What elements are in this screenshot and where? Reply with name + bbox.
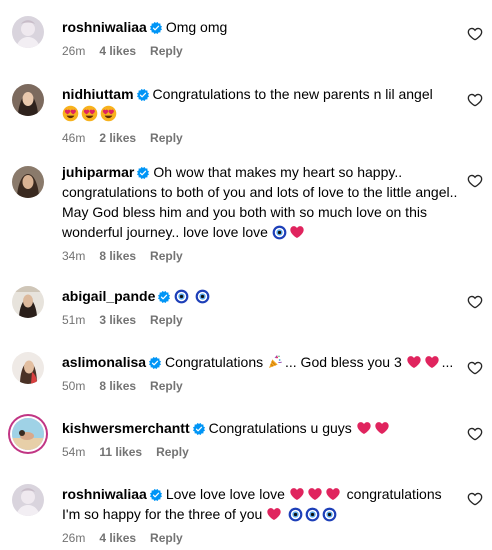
- party-popper-emoji-icon: [267, 354, 283, 370]
- evil-eye-emoji-icon: [305, 507, 320, 522]
- comment-username[interactable]: roshniwaliaa: [62, 486, 147, 502]
- comment-likes[interactable]: 11 likes: [99, 445, 142, 459]
- avatar[interactable]: [12, 16, 44, 48]
- verified-badge-icon: [150, 22, 162, 34]
- heart-eyes-emoji-icon: [81, 105, 98, 122]
- comment-likes[interactable]: 4 likes: [99, 531, 136, 545]
- avatar[interactable]: [12, 166, 44, 198]
- comment-text: Congratulations u guys: [208, 420, 352, 436]
- like-heart-icon[interactable]: [467, 360, 483, 376]
- like-heart-icon[interactable]: [467, 426, 483, 442]
- reply-button[interactable]: Reply: [150, 44, 183, 58]
- reply-button[interactable]: Reply: [150, 249, 183, 263]
- verified-badge-icon: [137, 89, 149, 101]
- comment-username[interactable]: nidhiuttam: [62, 86, 134, 102]
- red-heart-emoji-icon: [266, 506, 282, 522]
- avatar[interactable]: [12, 352, 44, 384]
- comment-text: Congratulations to the new parents n lil…: [152, 86, 433, 102]
- like-heart-icon[interactable]: [467, 92, 483, 108]
- comment-text: Omg omg: [165, 19, 228, 35]
- comment-text: Congratulations: [165, 354, 264, 370]
- comment-time[interactable]: 26m: [62, 44, 85, 58]
- verified-badge-icon: [150, 489, 162, 501]
- comment-likes[interactable]: 8 likes: [99, 379, 136, 393]
- avatar[interactable]: [12, 484, 44, 516]
- heart-eyes-emoji-icon: [100, 105, 117, 122]
- verified-badge-icon: [158, 291, 170, 303]
- evil-eye-emoji-icon: [272, 225, 287, 240]
- red-heart-emoji-icon: [424, 354, 440, 370]
- verified-badge-icon: [137, 167, 149, 179]
- red-heart-emoji-icon: [356, 420, 372, 436]
- comment-time[interactable]: 34m: [62, 249, 85, 263]
- comment-text-continued: ... God bless you 3: [285, 354, 402, 370]
- comment-time[interactable]: 51m: [62, 313, 85, 327]
- red-heart-emoji-icon: [406, 354, 422, 370]
- evil-eye-emoji-icon: [195, 289, 210, 304]
- red-heart-emoji-icon: [374, 420, 390, 436]
- comment-likes[interactable]: 2 likes: [99, 131, 136, 145]
- comment-username[interactable]: kishwersmerchantt: [62, 420, 190, 436]
- comment-time[interactable]: 46m: [62, 131, 85, 145]
- avatar[interactable]: [12, 84, 44, 116]
- avatar[interactable]: [12, 286, 44, 318]
- comment-time[interactable]: 26m: [62, 531, 85, 545]
- evil-eye-emoji-icon: [322, 507, 337, 522]
- avatar-story-ring[interactable]: [12, 418, 44, 450]
- verified-badge-icon: [149, 357, 161, 369]
- red-heart-emoji-icon: [307, 486, 323, 502]
- comment-username[interactable]: abigail_pande: [62, 288, 155, 304]
- evil-eye-emoji-icon: [288, 507, 303, 522]
- comment-likes[interactable]: 3 likes: [99, 313, 136, 327]
- comment-text: Love love love love: [165, 486, 285, 502]
- comment-username[interactable]: juhiparmar: [62, 164, 134, 180]
- like-heart-icon[interactable]: [467, 173, 483, 189]
- comment-likes[interactable]: 8 likes: [99, 249, 136, 263]
- heart-eyes-emoji-icon: [62, 105, 79, 122]
- reply-button[interactable]: Reply: [150, 531, 183, 545]
- reply-button[interactable]: Reply: [150, 313, 183, 327]
- red-heart-emoji-icon: [289, 486, 305, 502]
- reply-button[interactable]: Reply: [156, 445, 189, 459]
- comment-username[interactable]: aslimonalisa: [62, 354, 146, 370]
- like-heart-icon[interactable]: [467, 491, 483, 507]
- comment-time[interactable]: 50m: [62, 379, 85, 393]
- comment-time[interactable]: 54m: [62, 445, 85, 459]
- verified-badge-icon: [193, 423, 205, 435]
- red-heart-emoji-icon: [325, 486, 341, 502]
- like-heart-icon[interactable]: [467, 26, 483, 42]
- reply-button[interactable]: Reply: [150, 131, 183, 145]
- like-heart-icon[interactable]: [467, 294, 483, 310]
- red-heart-emoji-icon: [289, 224, 305, 240]
- comment-likes[interactable]: 4 likes: [99, 44, 136, 58]
- comment-username[interactable]: roshniwaliaa: [62, 19, 147, 35]
- comment-truncation: ...: [441, 354, 454, 370]
- reply-button[interactable]: Reply: [150, 379, 183, 393]
- evil-eye-emoji-icon: [174, 289, 189, 304]
